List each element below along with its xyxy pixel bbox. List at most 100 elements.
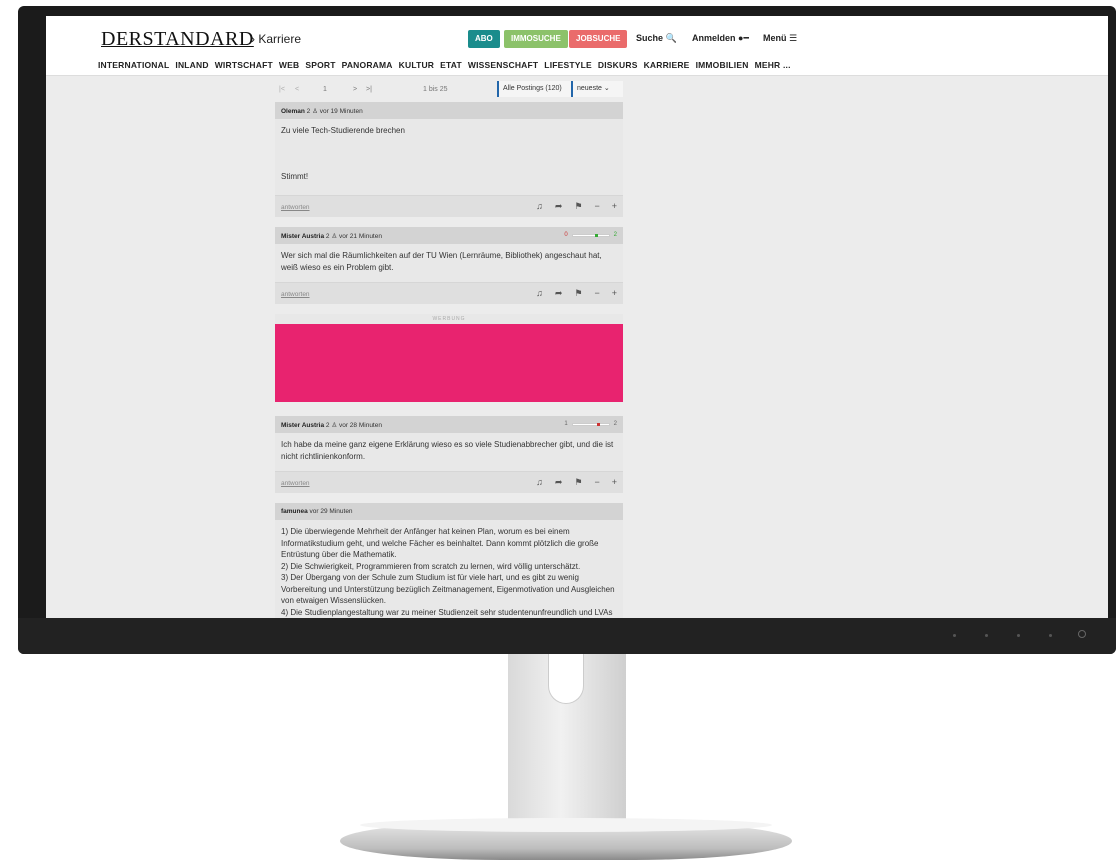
posting-footer: antworten ♫ ➦ ⚑ − + xyxy=(275,195,623,217)
abo-button[interactable]: ABO xyxy=(468,30,500,48)
flag-icon[interactable]: ⚑ xyxy=(574,477,582,488)
rating-bar-track xyxy=(571,422,610,426)
last-page-button[interactable]: >| xyxy=(366,86,372,93)
reply-link[interactable]: antworten xyxy=(281,204,310,211)
posting-actions: ♫ ➦ ⚑ − + xyxy=(536,201,617,212)
ad-label: WERBUNG xyxy=(275,314,623,324)
postings-filter-select[interactable]: Alle Postings (120) ⌄ xyxy=(497,81,571,108)
posting-actions: ♫ ➦ ⚑ − + xyxy=(536,477,617,488)
menu-button[interactable]: Menü ☰ xyxy=(763,33,797,44)
share-icon[interactable]: ➦ xyxy=(555,477,563,488)
share-icon[interactable]: ➦ xyxy=(555,288,563,299)
posting-meta: 2 ♙ vor 28 Minuten xyxy=(325,422,382,429)
nav-item-mehr[interactable]: MEHR ... xyxy=(755,60,791,70)
photo-stage: DERSTANDARD › Karriere ABO IMMOSUCHE JOB… xyxy=(0,0,1120,865)
nav-item-diskurs[interactable]: DISKURS xyxy=(598,60,638,70)
login-link[interactable]: Anmelden ●━ xyxy=(692,33,749,44)
search-link[interactable]: Suche 🔍 xyxy=(636,33,677,44)
forum-toolbar: |< < 1 > >| 1 bis 25 Alle Postings (120)… xyxy=(275,78,623,108)
posting-line: 3) Der Übergang von der Schule zum Studi… xyxy=(281,573,615,605)
section-link-karriere[interactable]: › Karriere xyxy=(251,32,301,46)
rating-marker xyxy=(596,422,600,426)
posting-range: 1 bis 25 xyxy=(423,86,448,93)
monitor-button[interactable] xyxy=(953,634,956,637)
power-icon[interactable] xyxy=(1078,630,1086,638)
nav-item-immobilien[interactable]: IMMOBILIEN xyxy=(696,60,749,70)
nav-item-international[interactable]: INTERNATIONAL xyxy=(98,60,169,70)
posting-meta: 2 ♙ vor 21 Minuten xyxy=(325,233,382,240)
advertisement-banner[interactable] xyxy=(275,324,623,402)
nav-item-karriere[interactable]: KARRIERE xyxy=(644,60,690,70)
rating-negative-count: 0 xyxy=(564,232,568,238)
next-page-button[interactable]: > xyxy=(353,86,357,93)
first-page-button[interactable]: |< xyxy=(279,86,285,93)
nav-item-kultur[interactable]: KULTUR xyxy=(399,60,435,70)
main-nav: INTERNATIONAL INLAND WIRTSCHAFT WEB SPOR… xyxy=(98,60,791,70)
posting-author[interactable]: Oleman xyxy=(281,108,305,115)
rating-bar: 0 2 xyxy=(564,232,617,238)
reply-link[interactable]: antworten xyxy=(281,291,310,298)
nav-item-inland[interactable]: INLAND xyxy=(175,60,208,70)
monitor-button[interactable] xyxy=(1049,634,1052,637)
posting-body: Zu viele Tech-Studierende brechen Stimmt… xyxy=(275,119,623,195)
site-logo[interactable]: DERSTANDARD xyxy=(101,28,254,51)
nav-item-wissenschaft[interactable]: WISSENSCHAFT xyxy=(468,60,538,70)
posting-body: Ich habe da meine ganz eigene Erklärung … xyxy=(275,433,623,471)
reply-link[interactable]: antworten xyxy=(281,480,310,487)
sort-select[interactable]: neueste ⌄ xyxy=(571,81,623,97)
posting: Mister Austria 2 ♙ vor 21 Minuten 0 2 We… xyxy=(275,227,623,304)
plus-vote-icon[interactable]: + xyxy=(612,201,617,212)
nav-item-lifestyle[interactable]: LIFESTYLE xyxy=(544,60,592,70)
posting-header: Mister Austria 2 ♙ vor 21 Minuten 0 2 xyxy=(275,227,623,244)
jobsuche-button[interactable]: JOBSUCHE xyxy=(569,30,628,48)
rating-marker xyxy=(594,233,598,237)
rating-bar-track xyxy=(571,233,610,237)
cable-hole xyxy=(548,654,584,704)
monitor: DERSTANDARD › Karriere ABO IMMOSUCHE JOB… xyxy=(18,6,1116,654)
flag-icon[interactable]: ⚑ xyxy=(574,201,582,212)
forum-column: |< < 1 > >| 1 bis 25 Alle Postings (120)… xyxy=(275,78,623,624)
posting-meta: 2 ♙ vor 19 Minuten xyxy=(306,108,363,115)
posting-line: 1) Die überwiegende Mehrheit der Anfänge… xyxy=(281,527,599,559)
plus-vote-icon[interactable]: + xyxy=(612,477,617,488)
minus-vote-icon[interactable]: − xyxy=(594,201,599,212)
nav-item-sport[interactable]: SPORT xyxy=(305,60,335,70)
posting-author[interactable]: Mister Austria xyxy=(281,233,324,240)
posting-quote: Zu viele Tech-Studierende brechen xyxy=(281,126,405,135)
posting-body: Wer sich mal die Räumlichkeiten auf der … xyxy=(275,244,623,282)
bell-icon[interactable]: ♫ xyxy=(536,201,543,212)
posting-author[interactable]: famunea xyxy=(281,508,308,515)
posting-header: Oleman 2 ♙ vor 19 Minuten xyxy=(275,102,623,119)
monitor-button[interactable] xyxy=(1017,634,1020,637)
rating-positive-count: 2 xyxy=(613,421,617,427)
browser-screen: DERSTANDARD › Karriere ABO IMMOSUCHE JOB… xyxy=(46,16,1108,624)
posting: Oleman 2 ♙ vor 19 Minuten Zu viele Tech-… xyxy=(275,102,623,217)
nav-item-web[interactable]: WEB xyxy=(279,60,299,70)
nav-item-etat[interactable]: ETAT xyxy=(440,60,462,70)
page-number[interactable]: 1 xyxy=(323,86,327,93)
nav-item-wirtschaft[interactable]: WIRTSCHAFT xyxy=(215,60,273,70)
posting-text: Ich habe da meine ganz eigene Erklärung … xyxy=(281,440,614,461)
bell-icon[interactable]: ♫ xyxy=(536,477,543,488)
posting-meta: vor 29 Minuten xyxy=(309,508,353,515)
posting-header: Mister Austria 2 ♙ vor 28 Minuten 1 2 xyxy=(275,416,623,433)
plus-vote-icon[interactable]: + xyxy=(612,288,617,299)
posting-footer: antworten ♫ ➦ ⚑ − + xyxy=(275,282,623,304)
posting-header: famunea vor 29 Minuten xyxy=(275,503,623,520)
flag-icon[interactable]: ⚑ xyxy=(574,288,582,299)
posting-text: Wer sich mal die Räumlichkeiten auf der … xyxy=(281,251,602,272)
posting-author[interactable]: Mister Austria xyxy=(281,422,324,429)
minus-vote-icon[interactable]: − xyxy=(594,477,599,488)
immosuche-button[interactable]: IMMOSUCHE xyxy=(504,30,568,48)
minus-vote-icon[interactable]: − xyxy=(594,288,599,299)
rating-bar: 1 2 xyxy=(564,421,617,427)
monitor-button[interactable] xyxy=(985,634,988,637)
posting-footer: antworten ♫ ➦ ⚑ − + xyxy=(275,471,623,493)
bell-icon[interactable]: ♫ xyxy=(536,288,543,299)
prev-page-button[interactable]: < xyxy=(295,86,299,93)
posting-text: Stimmt! xyxy=(281,172,309,181)
share-icon[interactable]: ➦ xyxy=(555,201,563,212)
nav-item-panorama[interactable]: PANORAMA xyxy=(342,60,393,70)
posting: famunea vor 29 Minuten 1) Die überwiegen… xyxy=(275,503,623,624)
rating-negative-count: 1 xyxy=(564,421,568,427)
